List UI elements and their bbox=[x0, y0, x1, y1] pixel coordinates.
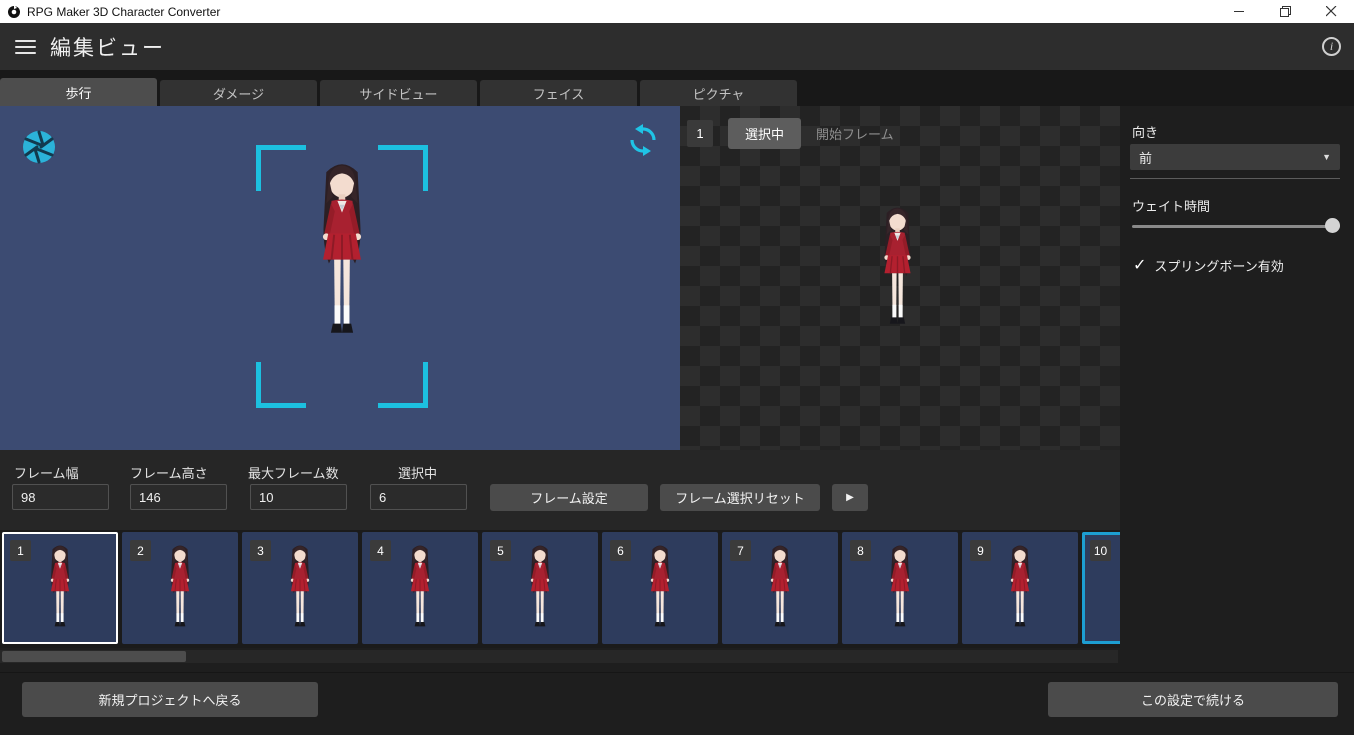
selected-toggle-button[interactable]: 選択中 bbox=[728, 118, 802, 149]
character-sprite bbox=[1118, 543, 1120, 637]
frame-number-badge: 8 bbox=[850, 540, 871, 561]
filmstrip-frame-10[interactable]: 10 bbox=[1082, 532, 1120, 644]
sprite-sheet-panel: 1 選択中 開始フレーム bbox=[680, 106, 1120, 450]
frame-number-badge: 1 bbox=[687, 120, 713, 147]
character-sprite bbox=[998, 543, 1042, 637]
frame-height-input[interactable] bbox=[130, 484, 227, 510]
frame-height-label: フレーム高さ bbox=[130, 466, 208, 481]
filmstrip-frame-4[interactable]: 4 bbox=[362, 532, 478, 644]
character-sprite bbox=[38, 543, 82, 637]
aperture-icon[interactable] bbox=[20, 128, 58, 171]
frame-controls-bar: フレーム幅 フレーム高さ 最大フレーム数 選択中 フレーム設定 フレーム選択リセ… bbox=[0, 450, 1120, 530]
filmstrip-frame-9[interactable]: 9 bbox=[962, 532, 1078, 644]
close-icon[interactable] bbox=[1308, 0, 1354, 23]
capture-frame bbox=[256, 145, 428, 408]
window-title: RPG Maker 3D Character Converter bbox=[27, 4, 221, 19]
character-sprite bbox=[878, 543, 922, 637]
chevron-down-icon: ▼ bbox=[1322, 152, 1331, 162]
minimize-icon[interactable] bbox=[1216, 0, 1262, 23]
wait-time-slider[interactable] bbox=[1132, 217, 1340, 235]
footer-bar: 新規プロジェクトへ戻る この設定で続ける bbox=[0, 672, 1354, 735]
direction-value: 前 bbox=[1139, 150, 1153, 166]
filmstrip-frame-7[interactable]: 7 bbox=[722, 532, 838, 644]
play-button[interactable]: ▶ bbox=[832, 484, 868, 511]
character-sprite bbox=[158, 543, 202, 637]
character-model[interactable] bbox=[296, 159, 388, 355]
frame-corner-icon bbox=[378, 362, 428, 408]
character-sprite bbox=[638, 543, 682, 637]
frame-number-badge: 2 bbox=[130, 540, 151, 561]
start-frame-toggle[interactable]: 開始フレーム bbox=[816, 124, 894, 143]
slider-handle[interactable] bbox=[1325, 218, 1340, 233]
spring-bone-label: スプリングボーン有効 bbox=[1154, 259, 1284, 274]
filmstrip-frame-6[interactable]: 6 bbox=[602, 532, 718, 644]
selected-count-input[interactable] bbox=[370, 484, 467, 510]
tab-walk[interactable]: 歩行 bbox=[0, 78, 157, 106]
titlebar: RPG Maker 3D Character Converter bbox=[0, 0, 1354, 23]
restore-icon[interactable] bbox=[1262, 0, 1308, 23]
filmstrip-frame-3[interactable]: 3 bbox=[242, 532, 358, 644]
filmstrip-frame-8[interactable]: 8 bbox=[842, 532, 958, 644]
frame-width-input[interactable] bbox=[12, 484, 109, 510]
tab-damage[interactable]: ダメージ bbox=[160, 80, 317, 106]
back-to-project-button[interactable]: 新規プロジェクトへ戻る bbox=[22, 682, 318, 717]
frame-settings-button[interactable]: フレーム設定 bbox=[490, 484, 648, 511]
character-sprite bbox=[278, 543, 322, 637]
wait-time-label: ウェイト時間 bbox=[1132, 199, 1211, 214]
direction-label: 向き bbox=[1132, 125, 1159, 140]
frame-number-badge: 1 bbox=[10, 540, 31, 561]
frame-number-badge: 6 bbox=[610, 540, 631, 561]
tab-bar: 歩行 ダメージ サイドビュー フェイス ピクチャ bbox=[0, 70, 1354, 106]
checkbox-check-icon: ✓ bbox=[1133, 256, 1147, 274]
frame-number-badge: 3 bbox=[250, 540, 271, 561]
max-frames-input[interactable] bbox=[250, 484, 347, 510]
continue-button[interactable]: この設定で続ける bbox=[1048, 682, 1338, 717]
app-window: RPG Maker 3D Character Converter 編集ビュー i… bbox=[0, 0, 1354, 735]
character-preview-panel bbox=[0, 106, 680, 450]
filmstrip-frame-5[interactable]: 5 bbox=[482, 532, 598, 644]
tab-face[interactable]: フェイス bbox=[480, 80, 637, 106]
tab-sideview[interactable]: サイドビュー bbox=[320, 80, 477, 106]
frame-number-badge: 9 bbox=[970, 540, 991, 561]
frame-number-badge: 10 bbox=[1090, 540, 1111, 561]
sheet-header: 1 選択中 開始フレーム bbox=[687, 118, 894, 149]
direction-dropdown[interactable]: 前 ▼ bbox=[1130, 144, 1340, 170]
character-sprite bbox=[866, 204, 929, 339]
frame-filmstrip: 1 2 3 4 5 6 7 8 9 10 bbox=[0, 530, 1120, 648]
selected-count-label: 選択中 bbox=[398, 466, 438, 481]
filmstrip-frame-2[interactable]: 2 bbox=[122, 532, 238, 644]
frame-corner-icon bbox=[256, 362, 306, 408]
filmstrip-scrollbar[interactable] bbox=[0, 650, 1118, 663]
frame-number-badge: 5 bbox=[490, 540, 511, 561]
page-title: 編集ビュー bbox=[50, 36, 165, 60]
frame-number-badge: 4 bbox=[370, 540, 391, 561]
menu-icon[interactable] bbox=[15, 39, 36, 54]
filmstrip-frame-1[interactable]: 1 bbox=[2, 532, 118, 644]
frame-width-label: フレーム幅 bbox=[14, 466, 79, 481]
settings-panel: 向き 前 ▼ ウェイト時間 ✓ スプリングボーン有効 bbox=[1120, 106, 1354, 672]
character-sprite bbox=[398, 543, 442, 637]
info-icon[interactable]: i bbox=[1322, 37, 1341, 56]
app-icon bbox=[7, 4, 21, 19]
character-sprite bbox=[518, 543, 562, 637]
frame-number-badge: 7 bbox=[730, 540, 751, 561]
tab-picture[interactable]: ピクチャ bbox=[640, 80, 797, 106]
divider bbox=[1130, 178, 1340, 179]
header: 編集ビュー i bbox=[0, 23, 1354, 70]
spring-bone-checkbox[interactable]: ✓ スプリングボーン有効 bbox=[1133, 256, 1284, 275]
scrollbar-thumb[interactable] bbox=[2, 651, 186, 662]
slider-track bbox=[1132, 225, 1340, 228]
frame-reset-button[interactable]: フレーム選択リセット bbox=[660, 484, 820, 511]
window-controls bbox=[1216, 0, 1354, 23]
max-frames-label: 最大フレーム数 bbox=[248, 466, 339, 481]
rotate-refresh-icon[interactable] bbox=[628, 122, 658, 163]
character-sprite bbox=[758, 543, 802, 637]
